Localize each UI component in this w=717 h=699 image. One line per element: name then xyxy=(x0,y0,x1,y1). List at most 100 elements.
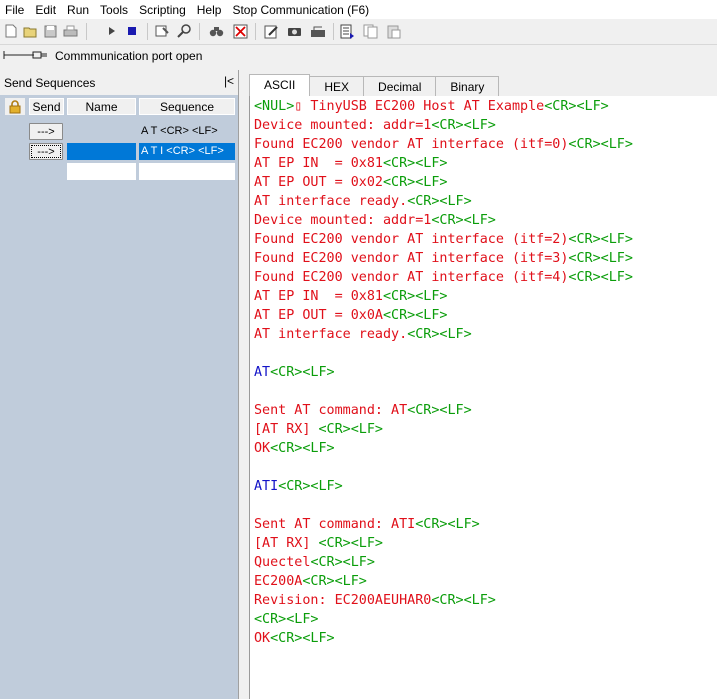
menu-run[interactable]: Run xyxy=(62,1,95,19)
paste-icon[interactable] xyxy=(385,23,401,39)
control-chars: <CR><LF> xyxy=(318,422,384,437)
menu-bar: File Edit Run Tools Scripting Help Stop … xyxy=(0,0,717,19)
received-text: [AT RX] xyxy=(254,422,319,437)
edit-icon[interactable] xyxy=(263,23,279,39)
terminal-line: AT interface ready.<CR><LF> xyxy=(254,325,633,344)
name-cell[interactable] xyxy=(67,143,136,160)
terminal-line: Sent AT command: ATI<CR><LF> xyxy=(254,515,633,534)
control-chars: <CR><LF> xyxy=(270,441,335,456)
terminal-line: AT EP IN = 0x81<CR><LF> xyxy=(254,154,633,173)
toolbar-separator xyxy=(147,23,148,40)
terminal-line: AT<CR><LF> xyxy=(254,363,633,382)
copy-icon[interactable] xyxy=(362,23,378,39)
toolbar-separator xyxy=(86,23,87,40)
terminal-line: [AT RX] <CR><LF> xyxy=(254,534,633,553)
tab-ascii[interactable]: ASCII xyxy=(249,74,311,97)
new-file-icon[interactable] xyxy=(3,23,19,39)
terminal-line: Revision: EC200AEUHAR0<CR><LF> xyxy=(254,591,633,610)
tab-hex[interactable]: HEX xyxy=(309,76,365,97)
control-chars: <CR><LF> xyxy=(270,631,335,646)
terminal-line: AT EP OUT = 0x02<CR><LF> xyxy=(254,173,633,192)
sequence-cell[interactable]: A T I <CR> <LF> xyxy=(139,143,235,160)
column-header-name: Name xyxy=(67,98,136,115)
control-chars: <CR><LF> xyxy=(254,612,319,627)
terminal-line: [AT RX] <CR><LF> xyxy=(254,420,633,439)
control-chars: <CR><LF> xyxy=(270,365,335,380)
received-text: Found EC200 vendor AT interface (itf=4) xyxy=(254,270,569,285)
play-icon[interactable] xyxy=(104,23,120,39)
sequence-cell[interactable] xyxy=(139,163,235,180)
name-cell[interactable] xyxy=(67,163,136,180)
send-sequences-header: Send Sequences |< xyxy=(0,70,238,95)
control-chars: <CR><LF> xyxy=(383,156,448,171)
control-chars: <NUL> xyxy=(254,99,295,114)
terminal-line: Found EC200 vendor AT interface (itf=4)<… xyxy=(254,268,633,287)
control-chars: <CR><LF> xyxy=(278,479,343,494)
lock-icon[interactable] xyxy=(5,98,25,115)
script-icon[interactable] xyxy=(339,23,355,39)
menu-tools[interactable]: Tools xyxy=(95,1,134,19)
received-text: AT EP IN = 0x81 xyxy=(254,289,383,304)
terminal-line: Device mounted: addr=1<CR><LF> xyxy=(254,211,633,230)
received-text: OK xyxy=(254,441,271,456)
control-chars: <CR><LF> xyxy=(407,327,472,342)
terminal-line: AT EP OUT = 0x0A<CR><LF> xyxy=(254,306,633,325)
save-icon[interactable] xyxy=(42,23,58,39)
terminal-line: OK<CR><LF> xyxy=(254,439,633,458)
control-chars: <CR><LF> xyxy=(318,536,384,551)
tab-binary[interactable]: Binary xyxy=(435,76,500,97)
settings-icon[interactable] xyxy=(154,23,170,39)
terminal-output[interactable]: <NUL>▯ TinyUSB EC200 Host AT Example<CR>… xyxy=(249,96,717,699)
send-sequence-button[interactable]: ---> xyxy=(29,143,63,160)
column-header-sequence: Sequence xyxy=(139,98,235,115)
terminal-line: <CR><LF> xyxy=(254,610,633,629)
port-status-text: Commmunication port open xyxy=(55,49,203,63)
terminal-line: Device mounted: addr=1<CR><LF> xyxy=(254,116,633,135)
send-sequences-title: Send Sequences xyxy=(4,76,96,90)
clear-icon[interactable] xyxy=(232,23,248,39)
menu-file[interactable]: File xyxy=(0,1,30,19)
toolbar-separator xyxy=(199,23,200,40)
terminal-line: OK<CR><LF> xyxy=(254,629,633,648)
control-chars: <CR><LF> xyxy=(431,213,496,228)
menu-help[interactable]: Help xyxy=(192,1,228,19)
binoculars-icon[interactable] xyxy=(208,23,224,39)
received-text: AT interface ready. xyxy=(254,194,408,209)
received-text: Found EC200 vendor AT interface (itf=0) xyxy=(254,137,569,152)
terminal-line: EC200A<CR><LF> xyxy=(254,572,633,591)
search-icon[interactable] xyxy=(176,23,192,39)
control-chars: <CR><LF> xyxy=(383,175,448,190)
control-chars: <CR><LF> xyxy=(568,270,633,285)
menu-scripting[interactable]: Scripting xyxy=(134,1,192,19)
sequence-cell[interactable]: A T <CR> <LF> xyxy=(139,123,235,140)
terminal-line: Found EC200 vendor AT interface (itf=3)<… xyxy=(254,249,633,268)
terminal-line: AT EP IN = 0x81<CR><LF> xyxy=(254,287,633,306)
send-sequence-button[interactable]: ---> xyxy=(29,123,63,140)
control-chars: <CR><LF> xyxy=(544,99,609,114)
print-icon[interactable] xyxy=(62,23,78,39)
control-chars: <CR><LF> xyxy=(431,118,496,133)
received-text: Device mounted: addr=1 xyxy=(254,118,432,133)
control-chars: <CR><LF> xyxy=(310,555,375,570)
control-chars: <CR><LF> xyxy=(568,232,633,247)
open-folder-icon[interactable] xyxy=(22,23,38,39)
received-text: AT interface ready. xyxy=(254,327,408,342)
menu-stop-communication[interactable]: Stop Communication (F6) xyxy=(227,1,375,19)
control-chars: <CR><LF> xyxy=(383,308,448,323)
terminal-line: Quectel<CR><LF> xyxy=(254,553,633,572)
camera-icon[interactable] xyxy=(286,23,302,39)
terminal-lines: <NUL>▯ TinyUSB EC200 Host AT Example<CR>… xyxy=(254,97,633,648)
collapse-panel-button[interactable]: |< xyxy=(222,74,236,88)
tab-decimal[interactable]: Decimal xyxy=(363,76,437,97)
column-header-send: Send xyxy=(29,98,64,115)
keyboard-icon[interactable] xyxy=(310,23,326,39)
sent-text: AT xyxy=(254,365,271,380)
received-text: Sent AT command: ATI xyxy=(254,517,416,532)
control-chars: <CR><LF> xyxy=(302,574,367,589)
terminal-line: <NUL>▯ TinyUSB EC200 Host AT Example<CR>… xyxy=(254,97,633,116)
menu-edit[interactable]: Edit xyxy=(30,1,62,19)
stop-icon[interactable] xyxy=(124,23,140,39)
